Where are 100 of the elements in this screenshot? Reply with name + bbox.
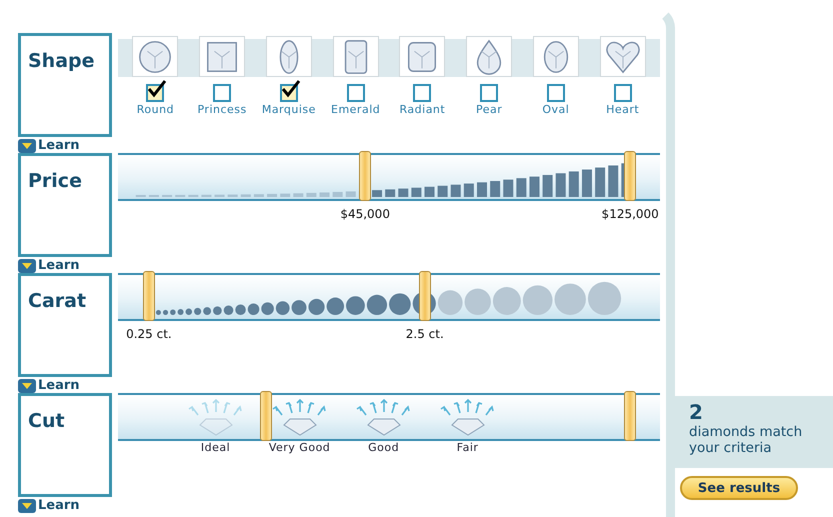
slider-handle[interactable]: [624, 151, 636, 201]
checkbox[interactable]: [213, 84, 232, 102]
checkbox[interactable]: [480, 84, 498, 102]
histogram-bar: [490, 181, 500, 197]
slider-value: 2.5 ct.: [406, 327, 444, 341]
carat-size-dot: [213, 306, 222, 315]
histogram-bar: [280, 194, 290, 197]
histogram-bar: [162, 194, 172, 197]
cut-grade-label: Very Good: [268, 441, 330, 454]
learn-link[interactable]: Learn: [18, 138, 80, 153]
carat-size-dot: [170, 310, 176, 315]
histogram-bar: [450, 184, 461, 197]
carat-size-dot: [438, 290, 463, 315]
shape-label: Princess: [197, 103, 247, 116]
carat-size-dot: [522, 285, 553, 315]
carat-size-dot: [588, 282, 622, 315]
histogram-bar: [320, 192, 330, 197]
filter-title: Carat: [18, 273, 112, 377]
carat-size-dot: [235, 304, 246, 315]
result-count: 2: [689, 400, 704, 424]
cut-grade-label: Ideal: [200, 441, 230, 454]
carat-size-dot: [178, 309, 184, 315]
shape-label: Heart: [606, 103, 640, 116]
histogram-bar: [477, 182, 487, 197]
histogram-bar: [529, 176, 540, 197]
histogram-bar: [201, 194, 212, 197]
histogram-bar: [267, 194, 278, 197]
carat-size-dot: [292, 300, 306, 315]
slider-handle[interactable]: [359, 151, 372, 201]
slider-value: $45,000: [340, 207, 390, 221]
checkbox[interactable]: [614, 84, 632, 102]
histogram-bar: [568, 171, 579, 197]
diamond-thumbnail[interactable]: [466, 36, 512, 77]
shape-label: Round: [136, 103, 174, 116]
histogram-bar: [175, 194, 186, 197]
carat-size-dot: [366, 294, 388, 315]
diamond-thumbnail[interactable]: [332, 36, 379, 77]
histogram-bar: [346, 191, 356, 197]
histogram-bar: [595, 168, 606, 197]
carat-size-dot: [248, 304, 260, 315]
carat-size-dot: [156, 310, 161, 315]
carat-size-dot: [162, 310, 168, 315]
filter-title: Shape: [18, 33, 112, 137]
filter-title: Price: [18, 153, 112, 257]
histogram-bar: [306, 192, 316, 197]
histogram-bar: [438, 186, 448, 197]
carat-size-dot: [186, 308, 192, 315]
carat-size-dot: [492, 287, 521, 315]
histogram-bar: [214, 194, 225, 197]
checkbox[interactable]: [413, 84, 432, 102]
carat-size-dot: [194, 308, 202, 315]
filter-title: Cut: [18, 393, 112, 497]
slider-value: $125,000: [602, 207, 659, 221]
carat-size-dot: [389, 293, 411, 315]
histogram-bar: [556, 173, 566, 197]
shape-label: Marquise: [262, 103, 316, 116]
diamond-thumbnail[interactable]: [266, 36, 312, 77]
histogram-bar: [411, 188, 422, 197]
learn-link[interactable]: Learn: [18, 378, 80, 393]
checkbox[interactable]: [546, 84, 565, 102]
carat-size-dot: [464, 288, 491, 315]
diamond-thumbnail[interactable]: [199, 36, 246, 77]
diamond-thumbnail[interactable]: [532, 36, 579, 77]
shape-label: Emerald: [331, 103, 380, 116]
carat-size-dot: [203, 307, 212, 315]
slider-value: 0.25 ct.: [126, 327, 172, 341]
histogram-bar: [398, 188, 408, 197]
result-text: diamonds match your criteria: [689, 424, 804, 456]
shape-label: Radiant: [400, 103, 446, 116]
slider-handle[interactable]: [624, 391, 636, 441]
histogram-bar: [240, 194, 251, 197]
histogram-bar: [188, 194, 198, 197]
histogram-bar: [332, 192, 343, 197]
slider-handle[interactable]: [142, 271, 155, 321]
see-results-button[interactable]: See results: [680, 476, 798, 500]
histogram-bar: [424, 186, 434, 197]
slider-handle[interactable]: [260, 391, 272, 441]
histogram-bar: [254, 194, 264, 197]
histogram-bar: [503, 180, 514, 197]
learn-link[interactable]: Learn: [18, 498, 80, 513]
shape-label: Oval: [542, 103, 570, 116]
checkbox[interactable]: [346, 84, 365, 102]
learn-link[interactable]: Learn: [18, 258, 80, 273]
diamond-thumbnail[interactable]: [399, 36, 446, 77]
diamond-thumbnail[interactable]: [132, 36, 178, 77]
cut-grade-label: Good: [368, 441, 400, 454]
carat-size-dot: [276, 301, 290, 315]
histogram-bar: [464, 184, 474, 197]
histogram-bar: [516, 178, 526, 197]
diamond-thumbnail[interactable]: [600, 36, 646, 77]
carat-size-dot: [224, 305, 234, 315]
cut-grade-label: Fair: [456, 441, 478, 454]
histogram-bar: [385, 189, 396, 197]
carat-size-dot: [308, 298, 325, 315]
slider-handle[interactable]: [418, 271, 431, 321]
histogram-bar: [372, 190, 382, 197]
histogram-bar: [293, 193, 304, 197]
carat-size-dot: [554, 284, 586, 315]
carat-size-dot: [346, 296, 365, 315]
histogram-bar: [228, 194, 238, 197]
